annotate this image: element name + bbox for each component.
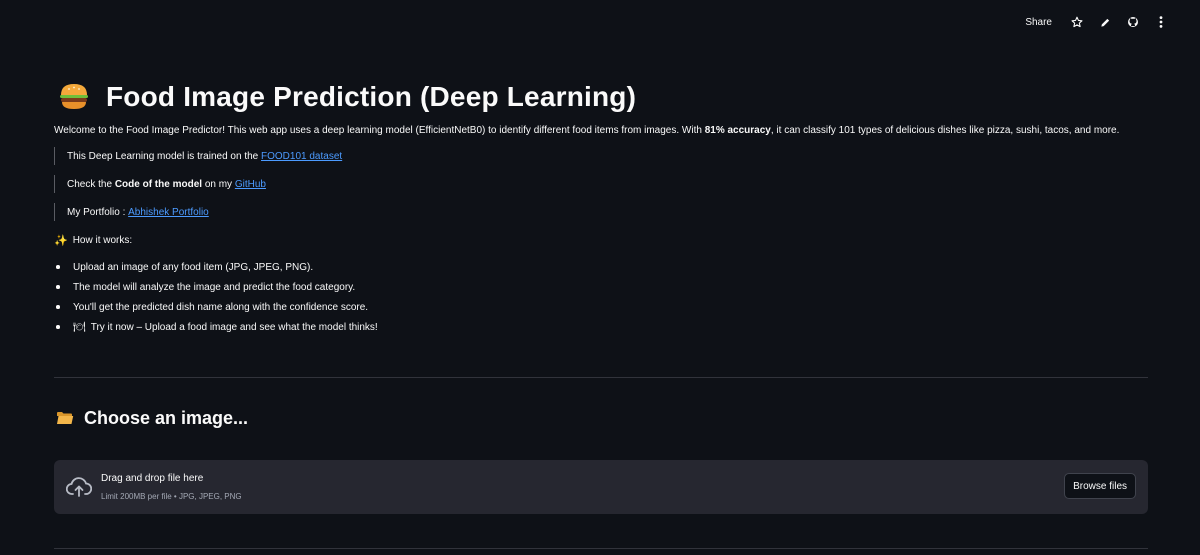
bottom-divider [54, 548, 1148, 549]
plate-cutlery-icon: 🍽 [73, 321, 86, 333]
page-title: Food Image Prediction (Deep Learning) [106, 81, 637, 112]
browse-files-button[interactable]: Browse files [1064, 473, 1136, 499]
github-icon[interactable] [1126, 15, 1140, 29]
uploader-title: Choose an image... [84, 407, 249, 428]
dropzone-instruction: Drag and drop file here [101, 473, 204, 484]
uploader-heading: Choose an image... [56, 405, 248, 431]
star-icon[interactable] [1070, 15, 1084, 29]
pencil-icon[interactable] [1098, 15, 1112, 29]
burger-icon [58, 83, 90, 111]
intro-text-start: Welcome to the Food Image Predictor! Thi… [54, 125, 705, 136]
accuracy-highlight: 81% accuracy [704, 125, 771, 136]
intro-paragraph: Welcome to the Food Image Predictor! Thi… [54, 124, 1148, 138]
section-divider [54, 377, 1148, 378]
code-quote: Check the Code of the model on my GitHub [54, 175, 1148, 193]
more-vertical-icon[interactable] [1154, 15, 1168, 29]
share-button[interactable]: Share [1025, 17, 1052, 28]
main-content: Food Image Prediction (Deep Learning) We… [54, 78, 1148, 337]
github-link[interactable]: GitHub [235, 179, 266, 190]
folder-icon [56, 411, 74, 425]
code-text: Check the [67, 178, 113, 190]
dataset-quote: This Deep Learning model is trained on t… [54, 147, 1148, 165]
app-toolbar: Share [0, 0, 1200, 44]
list-item: Upload an image of any food item (JPG, J… [54, 257, 1148, 277]
intro-text-end: , it can classify 101 types of delicious… [770, 125, 1120, 136]
list-item: You'll get the predicted dish name along… [54, 297, 1148, 317]
how-it-works-label: How it works: [72, 234, 133, 246]
list-item: 🍽 Try it now – Upload a food image and se… [54, 317, 1148, 337]
how-it-works-heading: ✨ How it works: [54, 231, 1148, 249]
file-dropzone[interactable]: Drag and drop file here Limit 200MB per … [54, 460, 1148, 514]
dataset-link[interactable]: FOOD101 dataset [261, 151, 342, 162]
how-it-works-list: Upload an image of any food item (JPG, J… [54, 257, 1148, 337]
dataset-text: This Deep Learning model is trained on t… [67, 150, 259, 162]
list-item: The model will analyze the image and pre… [54, 277, 1148, 297]
cloud-upload-icon [65, 476, 93, 498]
dropzone-limit: Limit 200MB per file • JPG, JPEG, PNG [101, 492, 242, 501]
portfolio-quote: My Portfolio : Abhishek Portfolio [54, 203, 1148, 221]
portfolio-link[interactable]: Abhishek Portfolio [128, 207, 209, 218]
code-bold-text: Code of the model [114, 178, 203, 190]
portfolio-text: My Portfolio : [67, 206, 126, 218]
code-text-middle: on my [204, 178, 233, 190]
page-header: Food Image Prediction (Deep Learning) [54, 78, 1148, 116]
sparkles-icon: ✨ [54, 234, 68, 247]
